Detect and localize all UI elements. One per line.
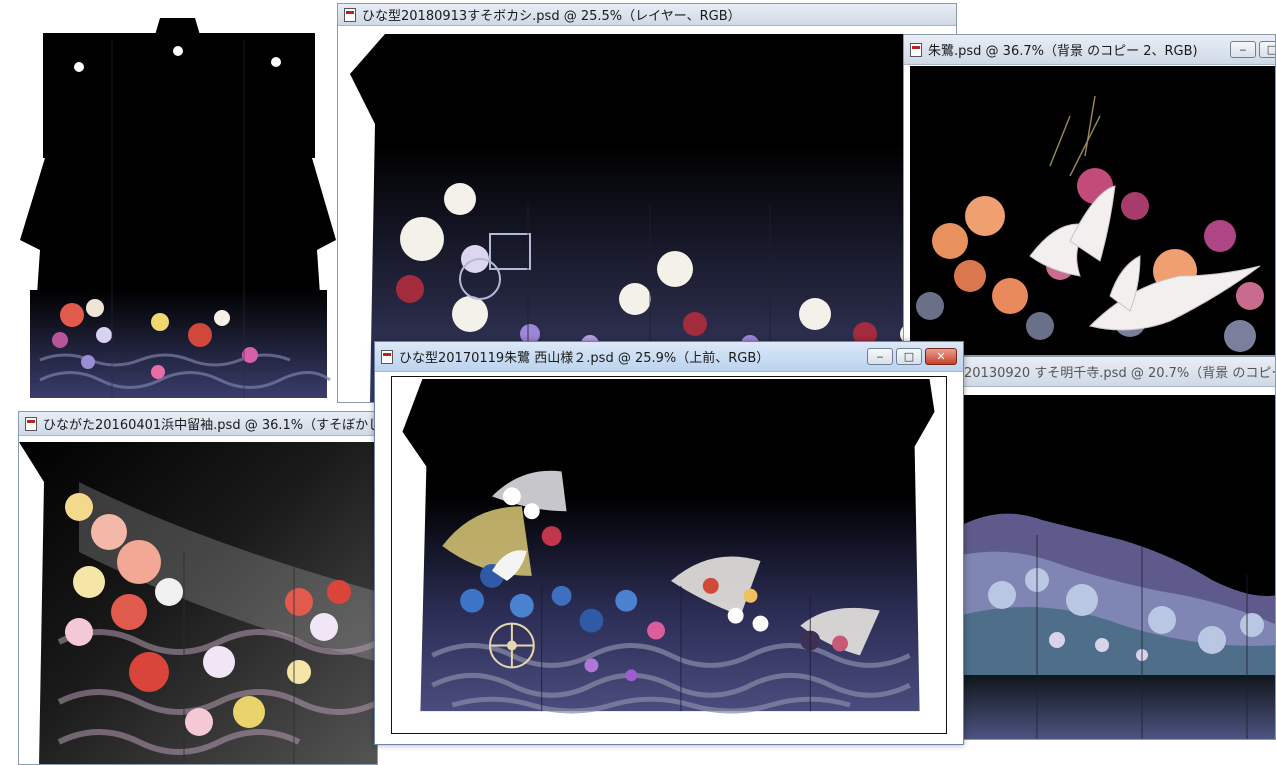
titlebar-top-center[interactable]: ひな型20180913すそボカシ.psd @ 25.5%（レイヤー、RGB）	[338, 4, 956, 26]
minimize-icon: ‒	[1239, 43, 1247, 56]
psd-window-bottom-left[interactable]: ひながた20160401浜中留袖.psd @ 36.1%（すそぼかし のコピー	[18, 411, 378, 765]
landscape-temple-canvas[interactable]	[962, 395, 1275, 739]
crest-center-icon	[173, 46, 183, 56]
window-title: ひな型20170119朱鷺 西山様２.psd @ 25.9%（上前、RGB）	[399, 351, 770, 366]
photoshop-workspace: { "windows": { "top_center": { "title": …	[0, 0, 1276, 765]
crest-left-icon	[74, 62, 84, 72]
window-title: ひながた20160401浜中留袖.psd @ 36.1%（すそぼかし のコピー	[43, 418, 377, 433]
toki-crane-illustration	[916, 95, 1264, 352]
tomesode-front-illustration	[402, 378, 935, 714]
tomesode-illustration	[19, 442, 377, 764]
titlebar-top-right[interactable]: 朱鷺.psd @ 36.7%（背景 のコピー 2、RGB) ‒ □	[904, 35, 1275, 65]
kimono-full-window[interactable]	[0, 0, 336, 405]
psd-document-icon	[344, 7, 356, 22]
toki-crane-canvas[interactable]	[910, 66, 1275, 355]
psd-window-top-right[interactable]: 朱鷺.psd @ 36.7%（背景 のコピー 2、RGB) ‒ □	[903, 34, 1276, 356]
minimize-button[interactable]: ‒	[867, 348, 893, 365]
close-icon: ✕	[936, 350, 946, 363]
close-button[interactable]: ✕	[925, 348, 957, 365]
minimize-icon: ‒	[876, 350, 884, 363]
maximize-icon: □	[1267, 44, 1275, 55]
psd-document-icon	[381, 349, 393, 364]
tomesode-front-canvas[interactable]	[391, 376, 947, 734]
psd-window-front[interactable]: ひな型20170119朱鷺 西山様２.psd @ 25.9%（上前、RGB） ‒…	[374, 341, 964, 745]
kimono-full-canvas[interactable]	[0, 0, 336, 405]
kimono-full-illustration	[20, 18, 336, 398]
maximize-icon: □	[903, 350, 915, 363]
titlebar-front[interactable]: ひな型20170119朱鷺 西山様２.psd @ 25.9%（上前、RGB） ‒…	[375, 342, 963, 372]
crest-right-icon	[271, 57, 281, 67]
window-title: 朱鷺.psd @ 36.7%（背景 のコピー 2、RGB)	[928, 44, 1198, 59]
psd-window-mid-right[interactable]: 20130920 すそ明千寺.psd @ 20.7%（背景 のコピー、	[955, 356, 1276, 740]
titlebar-bottom-left[interactable]: ひながた20160401浜中留袖.psd @ 36.1%（すそぼかし のコピー	[19, 412, 377, 436]
landscape-temple-illustration	[962, 395, 1275, 739]
window-title: 20130920 すそ明千寺.psd @ 20.7%（背景 のコピー、	[964, 366, 1275, 381]
psd-document-icon	[25, 416, 37, 431]
maximize-button[interactable]: □	[1259, 41, 1275, 58]
minimize-button[interactable]: ‒	[1230, 41, 1256, 58]
psd-document-icon	[910, 42, 922, 57]
maximize-button[interactable]: □	[896, 348, 922, 365]
window-title: ひな型20180913すそボカシ.psd @ 25.5%（レイヤー、RGB）	[362, 9, 741, 24]
tomesode-canvas[interactable]	[19, 442, 377, 764]
titlebar-mid-right[interactable]: 20130920 すそ明千寺.psd @ 20.7%（背景 のコピー、	[956, 357, 1275, 387]
